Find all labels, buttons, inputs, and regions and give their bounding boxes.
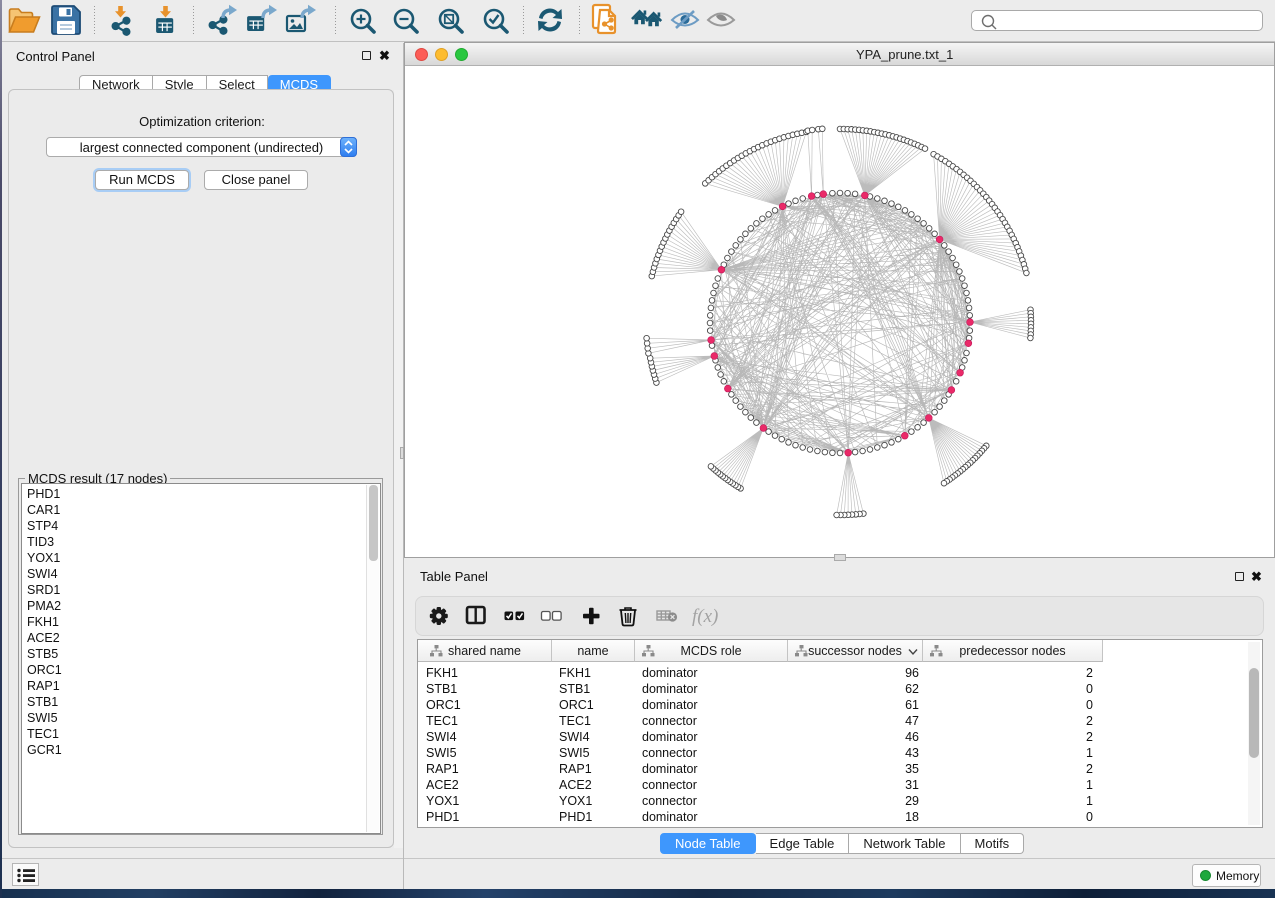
- svg-text:f(x): f(x): [692, 606, 718, 627]
